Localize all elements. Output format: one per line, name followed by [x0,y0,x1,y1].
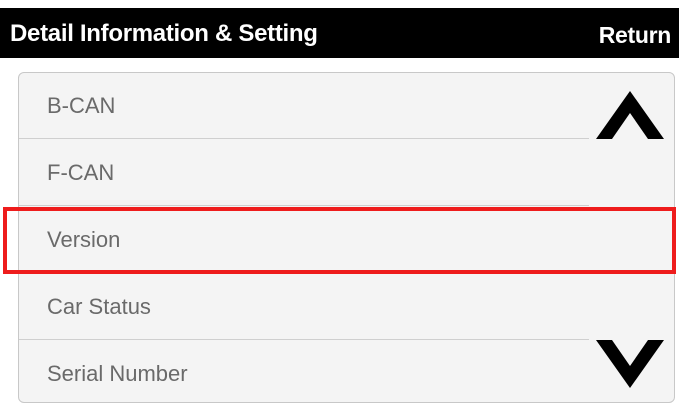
list-item-f-can[interactable]: F-CAN [19,140,674,206]
list-item-label: B-CAN [47,93,116,118]
list-item-label: Serial Number [47,361,188,386]
scroll-down-button[interactable] [594,336,666,392]
list-item-label: Car Status [47,294,151,319]
header-bar: Detail Information & Setting Return [0,8,679,58]
list-item-car-status[interactable]: Car Status [19,274,674,340]
page-title: Detail Information & Setting [10,20,318,47]
list-item-label: Version [47,227,121,252]
list-item-b-can[interactable]: B-CAN [19,73,674,139]
divider [19,339,589,340]
chevron-up-icon [596,91,664,139]
return-button[interactable]: Return [599,22,672,49]
list-item-version[interactable]: Version [19,207,674,273]
divider [19,272,589,273]
divider [19,138,589,139]
chevron-down-icon [596,340,664,388]
scroll-up-button[interactable] [594,87,666,143]
menu-list: B-CAN F-CAN Version Car Status Serial Nu… [18,72,675,403]
list-item-label: F-CAN [47,160,115,185]
list-item-serial-number[interactable]: Serial Number [19,341,674,402]
divider [19,205,589,206]
detail-settings-screen: Detail Information & Setting Return B-CA… [0,0,679,403]
